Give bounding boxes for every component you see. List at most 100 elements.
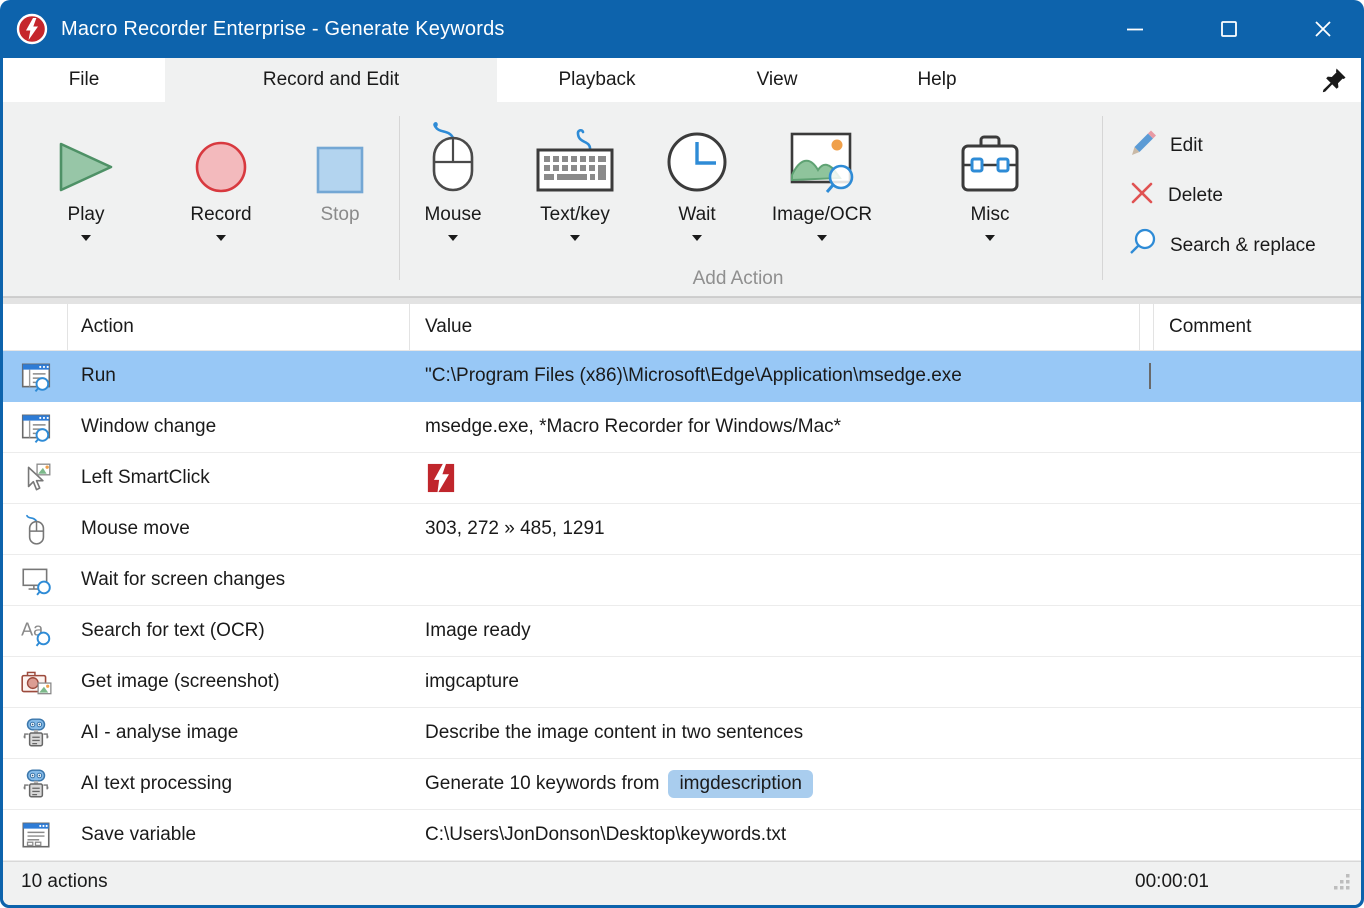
value-cell: imgcapture (410, 671, 1140, 693)
stop-icon (316, 124, 364, 194)
run-window-icon (3, 359, 68, 393)
column-header-action[interactable]: Action (68, 304, 410, 350)
value-cell: Describe the image content in two senten… (410, 722, 1140, 744)
smartclick-cursor-icon (3, 461, 68, 495)
window-change-icon (3, 410, 68, 444)
table-row-ai-text-processing[interactable]: AI text processing Generate 10 keywords … (3, 759, 1361, 810)
ribbon-table-separator (3, 297, 1361, 304)
camera-screenshot-icon (3, 665, 68, 699)
value-cell: "C:\Program Files (x86)\Microsoft\Edge\A… (410, 365, 1140, 387)
ribbon-divider (1102, 116, 1103, 280)
delete-x-icon (1128, 179, 1156, 213)
action-label: Search for text (OCR) (68, 620, 410, 642)
table-row-wait-screen-changes[interactable]: Wait for screen changes (3, 555, 1361, 606)
value-cell: C:\Users\JonDonson\Desktop\keywords.txt (410, 824, 1140, 846)
action-label: AI text processing (68, 773, 410, 795)
tab-view[interactable]: View (697, 58, 857, 102)
search-icon (1128, 228, 1158, 264)
misc-action-button[interactable]: Misc (932, 102, 1048, 272)
value-cell: Generate 10 keywords fromimgdescription (410, 770, 1140, 798)
action-label: Left SmartClick (68, 467, 410, 489)
add-action-group-label: Add Action (663, 268, 813, 290)
search-replace-button[interactable]: Search & replace (1128, 228, 1316, 264)
value-cell: Image ready (410, 620, 1140, 642)
text-key-dropdown-arrow[interactable] (570, 235, 580, 241)
record-icon (194, 124, 248, 194)
pencil-icon (1128, 128, 1158, 164)
mouse-dropdown-arrow[interactable] (448, 235, 458, 241)
table-row-get-image[interactable]: Get image (screenshot) imgcapture (3, 657, 1361, 708)
value-cell (410, 462, 1140, 494)
status-bar: 10 actions 00:00:01 (3, 861, 1361, 905)
app-window: Macro Recorder Enterprise - Generate Key… (0, 0, 1364, 908)
tab-record-and-edit[interactable]: Record and Edit (165, 58, 497, 102)
table-row-search-text-ocr[interactable]: Aa Search for text (OCR) Image ready (3, 606, 1361, 657)
close-button[interactable] (1300, 9, 1346, 49)
play-icon (57, 124, 115, 194)
action-label: Wait for screen changes (68, 569, 410, 591)
window-title: Macro Recorder Enterprise - Generate Key… (61, 18, 505, 41)
app-logo-icon (16, 13, 48, 45)
image-ocr-icon (788, 124, 856, 194)
record-button[interactable]: Record (163, 102, 279, 272)
column-header-comment[interactable]: Comment (1154, 304, 1361, 350)
misc-dropdown-arrow[interactable] (985, 235, 995, 241)
action-count: 10 actions (21, 871, 108, 893)
action-label: Window change (68, 416, 410, 438)
mouse-icon (423, 124, 483, 194)
ribbon-toolbar: Play Record Stop (3, 102, 1361, 297)
table-row-left-smartclick[interactable]: Left SmartClick (3, 453, 1361, 504)
record-dropdown-arrow[interactable] (216, 235, 226, 241)
menu-tab-bar: File Record and Edit Playback View Help (3, 58, 1361, 102)
action-label: Get image (screenshot) (68, 671, 410, 693)
text-key-action-button[interactable]: Text/key (516, 102, 634, 272)
stop-button[interactable]: Stop (283, 102, 397, 272)
text-caret (1149, 363, 1151, 389)
table-header: Action Value Comment (3, 304, 1361, 351)
tab-file[interactable]: File (3, 58, 165, 102)
column-header-value[interactable]: Value (410, 304, 1140, 350)
wait-action-button[interactable]: Wait (640, 102, 754, 272)
action-label: Run (68, 365, 410, 387)
edit-button[interactable]: Edit (1128, 128, 1203, 164)
variable-chip: imgdescription (668, 770, 813, 798)
form-window-icon (3, 818, 68, 852)
table-row-run[interactable]: Run "C:\Program Files (x86)\Microsoft\Ed… (3, 351, 1361, 402)
keyboard-icon (533, 124, 617, 194)
pushpin-icon[interactable] (1321, 67, 1347, 93)
clock-icon (665, 124, 729, 194)
mouse-icon (3, 512, 68, 546)
minimize-button[interactable] (1112, 9, 1158, 49)
maximize-button[interactable] (1206, 9, 1252, 49)
tab-playback[interactable]: Playback (497, 58, 697, 102)
robot-icon (3, 767, 68, 801)
table-row-save-variable[interactable]: Save variable C:\Users\JonDonson\Desktop… (3, 810, 1361, 861)
action-label: Save variable (68, 824, 410, 846)
table-row-window-change[interactable]: Window change msedge.exe, *Macro Recorde… (3, 402, 1361, 453)
image-ocr-dropdown-arrow[interactable] (817, 235, 827, 241)
macro-duration: 00:00:01 (1135, 871, 1209, 893)
value-cell: 303, 272 » 485, 1291 (410, 518, 1140, 540)
mouse-action-button[interactable]: Mouse (395, 102, 511, 272)
tab-help[interactable]: Help (857, 58, 1017, 102)
value-cell: msedge.exe, *Macro Recorder for Windows/… (410, 416, 1140, 438)
play-button[interactable]: Play (28, 102, 144, 272)
action-label: Mouse move (68, 518, 410, 540)
briefcase-icon (959, 124, 1021, 194)
play-dropdown-arrow[interactable] (81, 235, 91, 241)
image-ocr-action-button[interactable]: Image/OCR (758, 102, 886, 272)
window-content: File Record and Edit Playback View Help … (3, 58, 1361, 905)
robot-icon (3, 716, 68, 750)
wait-dropdown-arrow[interactable] (692, 235, 702, 241)
table-row-ai-analyse-image[interactable]: AI - analyse image Describe the image co… (3, 708, 1361, 759)
title-bar[interactable]: Macro Recorder Enterprise - Generate Key… (0, 0, 1364, 58)
delete-button[interactable]: Delete (1128, 178, 1223, 214)
resize-grip[interactable] (1334, 874, 1351, 897)
ocr-text-icon: Aa (3, 614, 68, 648)
column-header-gap (1140, 304, 1154, 350)
action-label: AI - analyse image (68, 722, 410, 744)
table-row-mouse-move[interactable]: Mouse move 303, 272 » 485, 1291 (3, 504, 1361, 555)
macro-recorder-red-logo (426, 462, 456, 494)
column-header-icon[interactable] (3, 304, 68, 350)
screen-watch-icon (3, 563, 68, 597)
